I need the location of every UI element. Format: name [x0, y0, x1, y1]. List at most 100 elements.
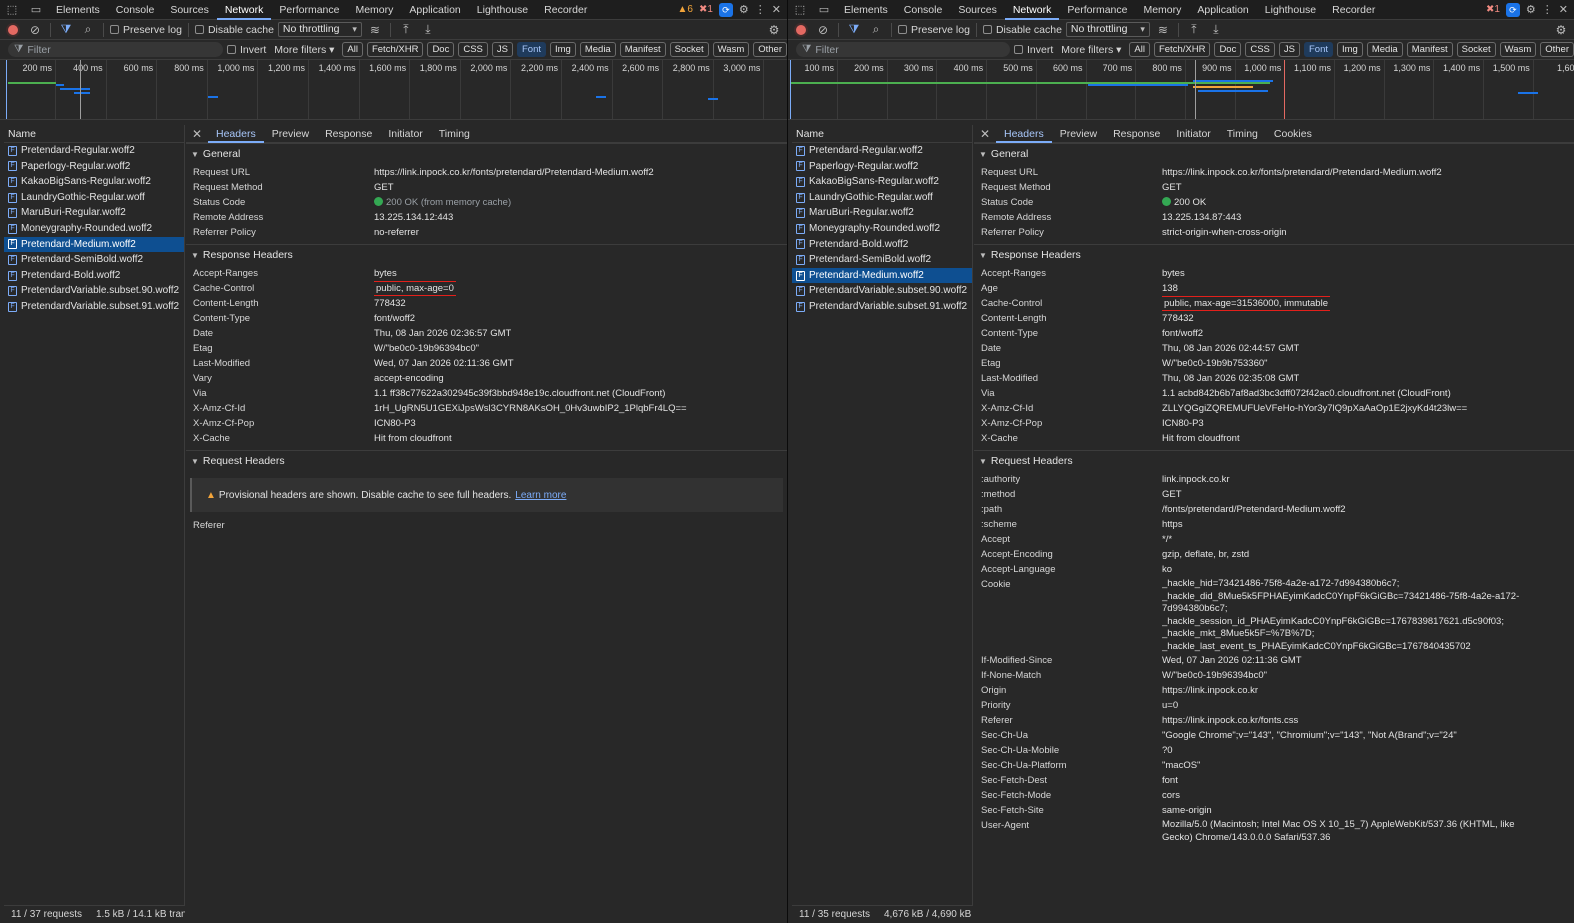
network-conditions-icon[interactable]: ≋ [366, 21, 384, 39]
tab-performance[interactable]: Performance [1059, 0, 1135, 20]
detail-tab-headers[interactable]: Headers [996, 125, 1052, 143]
filter-chip-socket[interactable]: Socket [1456, 42, 1496, 57]
request-section-header[interactable]: ▼ Request Headers [186, 450, 787, 470]
network-conditions-icon[interactable]: ≋ [1154, 21, 1172, 39]
detail-tab-headers[interactable]: Headers [208, 125, 264, 143]
clear-button[interactable]: ⊘ [814, 21, 832, 39]
detail-tab-preview[interactable]: Preview [264, 125, 317, 143]
filter-chip-js[interactable]: JS [491, 42, 513, 57]
filter-input[interactable]: ⧩ Filter [796, 42, 1010, 57]
detail-tab-response[interactable]: Response [317, 125, 380, 143]
filter-chip-all[interactable]: All [1129, 42, 1150, 57]
more-filters-button[interactable]: More filters ▾ [274, 44, 334, 56]
tab-network[interactable]: Network [216, 0, 272, 20]
response-section-header[interactable]: ▼ Response Headers [974, 244, 1574, 264]
request-row[interactable]: F LaundryGothic-Regular.woff [792, 190, 972, 206]
tab-memory[interactable]: Memory [347, 0, 401, 20]
more-filters-button[interactable]: More filters ▾ [1061, 44, 1121, 56]
request-row[interactable]: F LaundryGothic-Regular.woff [4, 190, 184, 206]
devtools-sync-icon[interactable]: ⟳ [718, 2, 733, 17]
request-row[interactable]: F Pretendard-Regular.woff2 [4, 143, 184, 159]
export-har-icon[interactable]: ⤓ [419, 21, 437, 39]
filter-chip-font[interactable]: Font [1303, 42, 1333, 57]
settings-gear-icon[interactable]: ⚙ [1526, 3, 1536, 16]
tab-application[interactable]: Application [401, 0, 468, 20]
request-row[interactable]: F KakaoBigSans-Regular.woff2 [4, 174, 184, 190]
request-row[interactable]: F Moneygraphy-Rounded.woff2 [792, 221, 972, 237]
request-row[interactable]: F Pretendard-Regular.woff2 [792, 143, 972, 159]
tab-lighthouse[interactable]: Lighthouse [1257, 0, 1324, 20]
response-section-header[interactable]: ▼ Response Headers [186, 244, 787, 264]
record-button[interactable] [4, 21, 22, 39]
filter-chip-js[interactable]: JS [1278, 42, 1300, 57]
filter-chip-wasm[interactable]: Wasm [712, 42, 750, 57]
filter-chip-img[interactable]: Img [1337, 42, 1363, 57]
detail-tab-timing[interactable]: Timing [1219, 125, 1266, 143]
invert-box[interactable] [1014, 44, 1023, 54]
tab-console[interactable]: Console [108, 0, 163, 20]
disable-cache-checkbox[interactable]: Disable cache [982, 24, 1062, 36]
filter-chip-manifest[interactable]: Manifest [1406, 42, 1453, 57]
errors-badge[interactable]: ✖1 [699, 4, 713, 15]
device-toolbar-icon[interactable]: ▭ [24, 0, 48, 20]
name-column-header[interactable]: Name [792, 125, 972, 143]
errors-badge[interactable]: ✖1 [1486, 4, 1500, 15]
request-row[interactable]: F Paperlogy-Regular.woff2 [792, 159, 972, 175]
throttling-select[interactable]: No throttling [277, 22, 362, 37]
more-options-icon[interactable]: ⋮ [755, 3, 766, 16]
tab-sources[interactable]: Sources [950, 0, 1005, 20]
filter-toggle-icon[interactable]: ⧩ [57, 21, 75, 39]
preserve-log-box[interactable] [898, 24, 907, 34]
filter-toggle-icon[interactable]: ⧩ [845, 21, 863, 39]
tab-application[interactable]: Application [1189, 0, 1256, 20]
detail-tab-response[interactable]: Response [1105, 125, 1168, 143]
general-section-header[interactable]: ▼ General [186, 143, 787, 163]
disable-cache-checkbox[interactable]: Disable cache [194, 24, 274, 36]
request-row[interactable]: F Pretendard-SemiBold.woff2 [792, 252, 972, 268]
filter-chip-media[interactable]: Media [579, 42, 616, 57]
tab-recorder[interactable]: Recorder [1324, 0, 1383, 20]
disable-cache-box[interactable] [194, 24, 204, 34]
request-row[interactable]: F MaruBuri-Regular.woff2 [792, 205, 972, 221]
import-har-icon[interactable]: ⤒ [1185, 21, 1203, 39]
inspect-element-icon[interactable]: ⬚ [0, 0, 24, 20]
filter-chip-other[interactable]: Other [1540, 42, 1574, 57]
tab-sources[interactable]: Sources [162, 0, 217, 20]
request-row[interactable]: F Pretendard-SemiBold.woff2 [4, 252, 184, 268]
request-row[interactable]: F Moneygraphy-Rounded.woff2 [4, 221, 184, 237]
warnings-badge[interactable]: ▲6 [677, 4, 692, 15]
learn-more-link[interactable]: Learn more [515, 490, 566, 501]
filter-chip-manifest[interactable]: Manifest [619, 42, 666, 57]
invert-checkbox[interactable]: Invert [227, 44, 266, 56]
import-har-icon[interactable]: ⤒ [397, 21, 415, 39]
name-column-header[interactable]: Name [4, 125, 184, 143]
request-row[interactable]: F PretendardVariable.subset.90.woff2 [4, 283, 184, 299]
filter-chip-wasm[interactable]: Wasm [1499, 42, 1537, 57]
network-overview-timeline[interactable]: 100 ms 200 ms 300 ms 400 ms 500 ms 600 ms 700 … [788, 60, 1574, 120]
device-toolbar-icon[interactable]: ▭ [812, 0, 836, 20]
network-settings-gear-icon[interactable]: ⚙ [765, 21, 783, 39]
tab-network[interactable]: Network [1004, 0, 1060, 20]
tab-recorder[interactable]: Recorder [536, 0, 595, 20]
invert-checkbox[interactable]: Invert [1014, 44, 1053, 56]
preserve-log-checkbox[interactable]: Preserve log [110, 24, 182, 36]
disable-cache-box[interactable] [982, 24, 992, 34]
filter-chip-doc[interactable]: Doc [427, 42, 455, 57]
record-button[interactable] [792, 21, 810, 39]
settings-gear-icon[interactable]: ⚙ [739, 3, 749, 16]
invert-box[interactable] [227, 44, 236, 54]
filter-chip-fetch-xhr[interactable]: Fetch/XHR [1153, 42, 1211, 57]
request-row[interactable]: F Pretendard-Medium.woff2 [792, 267, 972, 284]
request-row[interactable]: F Pretendard-Bold.woff2 [4, 268, 184, 284]
network-overview-timeline[interactable]: 200 ms 400 ms 600 ms 800 ms 1,000 ms 1,200 ms… [0, 60, 787, 120]
search-icon[interactable]: ⌕ [79, 21, 97, 39]
more-options-icon[interactable]: ⋮ [1542, 3, 1553, 16]
filter-chip-other[interactable]: Other [753, 42, 787, 57]
filter-chip-css[interactable]: CSS [1245, 42, 1275, 57]
tab-memory[interactable]: Memory [1135, 0, 1189, 20]
filter-chip-all[interactable]: All [342, 42, 363, 57]
close-detail-icon[interactable]: ✕ [974, 127, 996, 141]
clear-button[interactable]: ⊘ [26, 21, 44, 39]
request-row[interactable]: F Paperlogy-Regular.woff2 [4, 159, 184, 175]
detail-tab-initiator[interactable]: Initiator [1168, 125, 1218, 143]
